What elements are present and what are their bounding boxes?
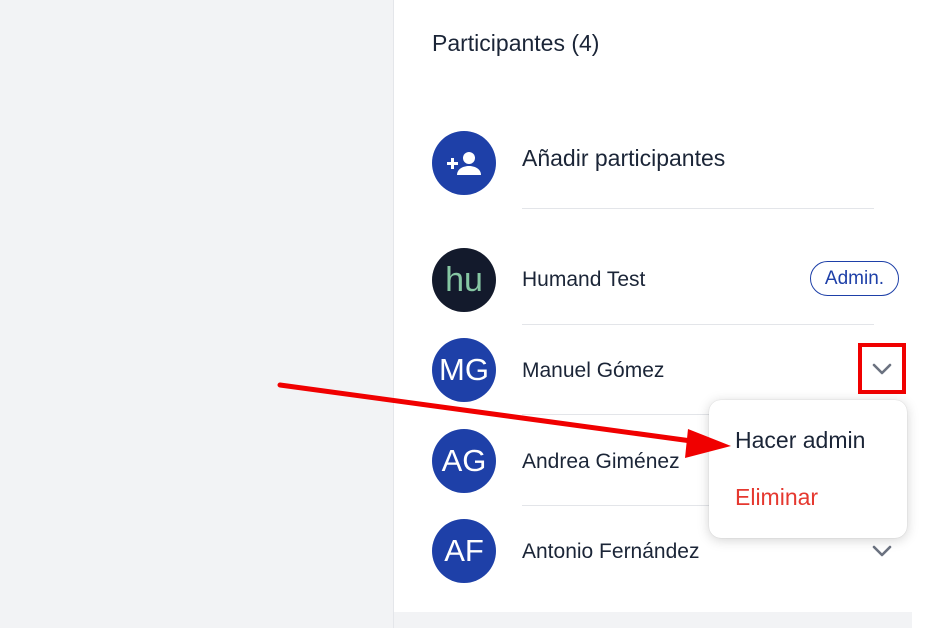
avatar: AG (432, 429, 496, 493)
avatar-initials: AF (444, 533, 484, 568)
participant-name: Andrea Giménez (522, 450, 680, 473)
right-edge (912, 0, 932, 628)
avatar: MG (432, 338, 496, 402)
avatar-initials: MG (439, 352, 489, 387)
panel-title: Participantes (4) (432, 30, 600, 56)
admin-badge: Admin. (810, 261, 899, 296)
add-person-icon (447, 152, 481, 175)
avatar: AF (432, 519, 496, 583)
avatar: hu (432, 248, 496, 312)
avatar-initials: hu (445, 260, 483, 299)
participant-options-menu: Hacer admin Eliminar (709, 400, 907, 538)
remove-menu-item[interactable]: Eliminar (735, 484, 818, 511)
bottom-strip (394, 612, 912, 628)
make-admin-menu-item[interactable]: Hacer admin (735, 427, 865, 454)
left-pane (0, 0, 394, 628)
participant-name: Humand Test (522, 268, 646, 291)
avatar-initials: AG (441, 443, 487, 478)
add-participant-button[interactable] (432, 131, 496, 195)
participant-name: Manuel Gómez (522, 359, 665, 382)
participant-options-button[interactable] (870, 539, 894, 563)
divider (522, 324, 874, 325)
divider (522, 208, 874, 209)
add-participants-label[interactable]: Añadir participantes (522, 145, 725, 172)
chevron-down-icon (872, 545, 892, 557)
participant-name: Antonio Fernández (522, 540, 700, 563)
annotation-highlight-box (858, 343, 906, 394)
